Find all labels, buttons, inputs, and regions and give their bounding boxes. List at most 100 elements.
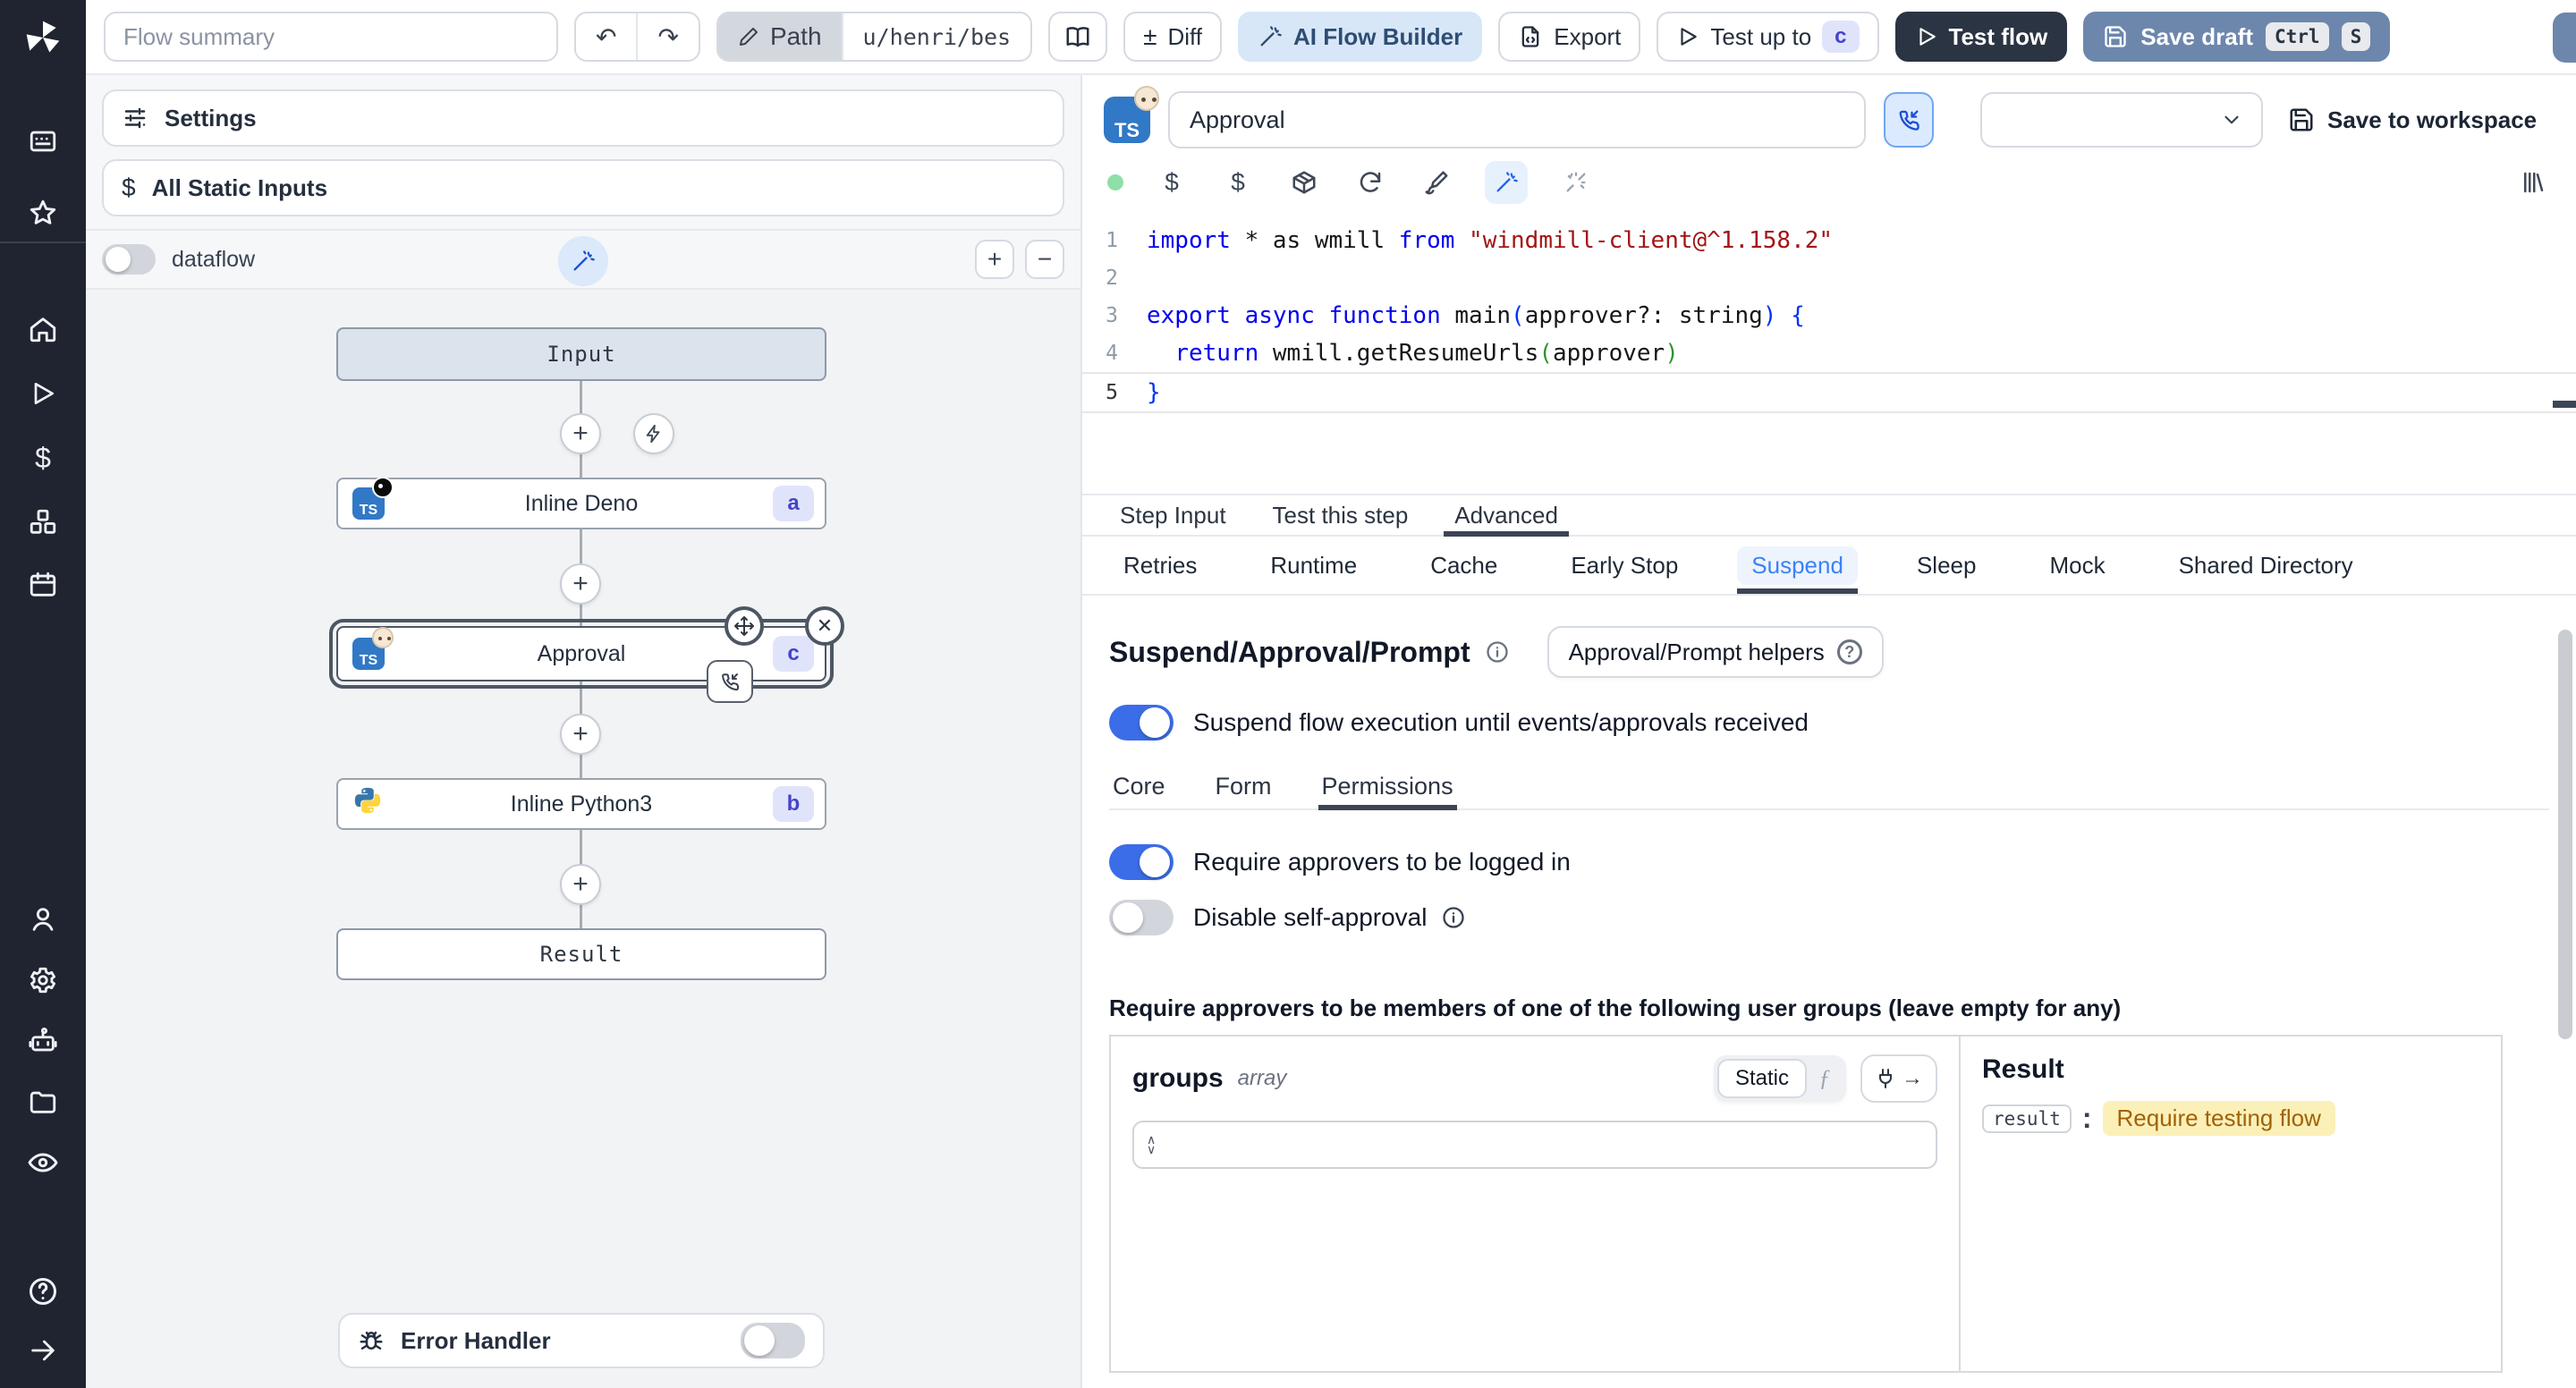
input-node[interactable]: Input [336, 327, 826, 381]
collapse-arrow-icon[interactable] [20, 1327, 66, 1374]
disable-self-approval-toggle[interactable] [1109, 900, 1174, 935]
pencil-icon [739, 28, 758, 46]
windmill-logo-icon[interactable] [20, 14, 66, 61]
help-icon[interactable] [20, 1268, 66, 1315]
flow-graph-canvas[interactable]: Input + TS Inline Deno a + TS Approval c… [86, 290, 1080, 1388]
export-button[interactable]: Export [1498, 12, 1641, 62]
delete-step-button[interactable]: ✕ [805, 606, 844, 646]
schedules-icon[interactable] [20, 562, 66, 608]
test-up-to-label: Test up to [1710, 22, 1812, 50]
undo-button[interactable]: ↶ [576, 13, 636, 60]
subtab-cache[interactable]: Cache [1416, 537, 1512, 594]
code-editor[interactable]: 1 import * as wmill from "windmill-client… [1082, 206, 2576, 495]
home-icon[interactable] [20, 306, 66, 352]
resources-dollar-icon[interactable]: $ [1220, 165, 1256, 200]
tab-test-this-step[interactable]: Test this step [1262, 495, 1419, 535]
approval-prompt-helpers-button[interactable]: Approval/Prompt helpers ? [1546, 626, 1884, 678]
subtab-shared-directory[interactable]: Shared Directory [2165, 537, 2368, 594]
template-select[interactable] [1980, 92, 2263, 148]
step-header: TS Save to workspace [1082, 75, 2576, 159]
subtab-suspend[interactable]: Suspend [1737, 537, 1859, 594]
code-line[interactable]: 3 export async function main(approver?: s… [1082, 297, 2576, 334]
apps-icon[interactable] [20, 118, 66, 165]
redo-button[interactable]: ↷ [636, 13, 698, 60]
tab-core[interactable]: Core [1109, 764, 1169, 808]
test-flow-button[interactable]: Test flow [1894, 12, 2068, 62]
library-icon[interactable] [2515, 165, 2551, 200]
subtab-sleep[interactable]: Sleep [1902, 537, 1991, 594]
zoom-out-button[interactable]: − [1025, 240, 1064, 279]
javascript-mode-button[interactable]: ƒ [1807, 1065, 1843, 1092]
step-node-a[interactable]: TS Inline Deno a [336, 477, 826, 529]
tab-step-input[interactable]: Step Input [1109, 495, 1237, 535]
reload-icon[interactable] [1352, 165, 1388, 200]
code-line[interactable]: 1 import * as wmill from "windmill-client… [1082, 222, 2576, 259]
format-brush-icon[interactable] [1419, 165, 1454, 200]
tab-advanced[interactable]: Advanced [1444, 495, 1569, 537]
panel-scrollbar[interactable] [2558, 630, 2572, 1039]
resources-icon[interactable] [20, 499, 66, 546]
ai-flow-builder-button[interactable]: AI Flow Builder [1238, 12, 1483, 62]
docs-book-button[interactable] [1048, 12, 1108, 62]
save-draft-button[interactable]: Save draft Ctrl S [2083, 12, 2391, 62]
result-pane: Result result : Require testing flow [1961, 1037, 2501, 1371]
info-icon [1486, 641, 1508, 663]
step-node-c-selected[interactable]: TS Approval c ✕ [329, 606, 844, 703]
groups-array-input[interactable]: ∧ ∨ [1132, 1121, 1937, 1169]
settings-gear-icon[interactable] [20, 957, 66, 1003]
workers-robot-icon[interactable] [20, 1018, 66, 1064]
code-line[interactable]: 5} [1082, 372, 2576, 413]
favorites-star-icon[interactable] [20, 190, 66, 236]
variables-icon[interactable]: $ [20, 435, 66, 481]
add-step-button[interactable]: + [560, 714, 601, 755]
package-icon[interactable] [1286, 165, 1322, 200]
phone-incoming-icon [722, 673, 739, 691]
ai-wand-off-icon[interactable] [1558, 165, 1594, 200]
code-line[interactable]: 2 [1082, 259, 2576, 297]
step-node-b[interactable]: Inline Python3 b [336, 778, 826, 830]
step-tabs: Step Input Test this step Advanced [1082, 495, 2576, 537]
subtab-runtime[interactable]: Runtime [1256, 537, 1371, 594]
tab-permissions[interactable]: Permissions [1318, 764, 1457, 810]
connect-input-button[interactable]: → [1860, 1054, 1937, 1103]
error-handler-toggle[interactable] [741, 1323, 805, 1358]
require-login-toggle[interactable] [1109, 844, 1174, 880]
dataflow-label: dataflow [172, 246, 256, 272]
users-icon[interactable] [20, 896, 66, 943]
zoom-in-button[interactable]: + [975, 240, 1014, 279]
move-step-button[interactable] [724, 606, 764, 646]
path-button[interactable]: Path [717, 13, 842, 60]
subtab-early-stop[interactable]: Early Stop [1556, 537, 1692, 594]
add-step-button[interactable]: + [560, 864, 601, 905]
ai-graph-wand-button[interactable] [558, 236, 608, 286]
suspend-enable-toggle[interactable] [1109, 705, 1174, 741]
add-step-button[interactable]: + [560, 413, 601, 454]
result-node[interactable]: Result [336, 928, 826, 980]
dataflow-toggle[interactable] [102, 244, 156, 275]
diff-button[interactable]: ± Diff [1123, 12, 1223, 62]
code-line[interactable]: 4 return wmill.getResumeUrls(approver) [1082, 334, 2576, 372]
tab-form[interactable]: Form [1212, 764, 1275, 808]
deploy-button-partial[interactable] [2553, 13, 2576, 63]
flow-summary-input[interactable] [104, 12, 558, 62]
flow-settings-card[interactable]: Settings [102, 89, 1064, 147]
step-name-input[interactable] [1168, 91, 1866, 148]
add-step-button[interactable]: + [560, 563, 601, 605]
variables-dollar-icon[interactable]: $ [1154, 165, 1190, 200]
audit-eye-icon[interactable] [20, 1139, 66, 1186]
subtab-retries[interactable]: Retries [1109, 537, 1211, 594]
all-static-inputs-card[interactable]: $ All Static Inputs [102, 159, 1064, 216]
folders-icon[interactable] [20, 1079, 66, 1125]
add-trigger-button[interactable] [633, 413, 674, 454]
runs-icon[interactable] [20, 370, 66, 417]
error-handler-card[interactable]: Error Handler [338, 1313, 825, 1368]
ai-wand-icon[interactable] [1485, 161, 1528, 204]
test-up-to-button[interactable]: Test up to c [1657, 12, 1879, 62]
subtab-mock[interactable]: Mock [2035, 537, 2119, 594]
save-to-workspace-button[interactable]: Save to workspace [2288, 106, 2537, 134]
static-mode-button[interactable]: Static [1716, 1059, 1807, 1098]
phone-incoming-icon [1899, 110, 1919, 131]
result-key-chip[interactable]: result [1982, 1104, 2072, 1133]
suspend-phone-button[interactable] [1884, 92, 1934, 148]
path-value[interactable]: u/henri/bes [841, 13, 1031, 60]
